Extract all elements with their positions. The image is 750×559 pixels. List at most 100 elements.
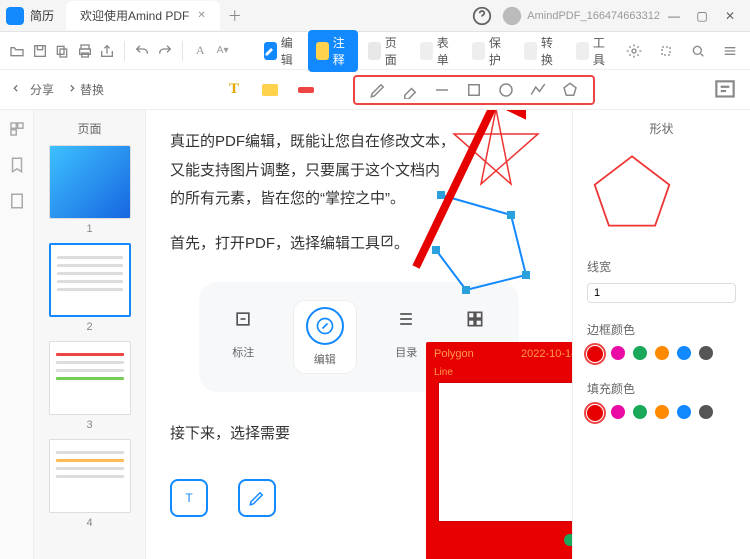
rect-shape-icon[interactable] (465, 81, 483, 99)
color-swatch[interactable] (611, 346, 625, 360)
color-swatch[interactable] (587, 346, 603, 362)
tab-close-icon[interactable]: ✕ (197, 10, 205, 21)
left-rail (0, 110, 34, 559)
pencil-shape-icon[interactable] (369, 81, 387, 99)
ribbon-protect[interactable]: 保护 (464, 30, 514, 72)
pen-icon[interactable] (293, 77, 319, 103)
border-swatches (587, 346, 736, 362)
replace-button[interactable]: 替换 (62, 81, 104, 98)
tool-edit[interactable]: 编辑 (293, 300, 357, 374)
color-swatch[interactable] (611, 405, 625, 419)
user-avatar-icon[interactable] (501, 5, 523, 27)
thumb-num: 4 (42, 517, 137, 529)
edit-tool-link[interactable] (380, 234, 394, 248)
user-name: AmindPDF_166474663312 (527, 10, 660, 22)
polygon-shape-icon[interactable] (561, 81, 579, 99)
color-swatch[interactable] (633, 405, 647, 419)
shape-section-label: 形状 (587, 120, 736, 137)
mini-text-tool[interactable]: T (170, 479, 208, 517)
ribbon-annotate[interactable]: 注释 (308, 30, 358, 72)
page-thumb-4[interactable] (49, 439, 131, 513)
search-icon[interactable] (686, 39, 710, 63)
settings-icon[interactable] (622, 39, 646, 63)
app-name: 简历 (30, 7, 54, 24)
redo-icon[interactable] (156, 39, 174, 63)
undo-icon[interactable] (133, 39, 151, 63)
color-swatch[interactable] (677, 346, 691, 360)
text-size-icon[interactable]: A▾ (213, 39, 231, 63)
dialog-time: 2022-10-14 11:32:11 (521, 348, 572, 361)
ribbon-tool[interactable]: 工具 (568, 30, 618, 72)
properties-panel: 形状 线宽 边框颜色 填充颜色 (572, 110, 750, 559)
copy-icon[interactable] (53, 39, 71, 63)
linewidth-input[interactable] (587, 283, 736, 303)
text-tool-icon[interactable]: A (191, 39, 209, 63)
crop-icon[interactable] (654, 39, 678, 63)
polyline-shape-icon[interactable] (529, 81, 547, 99)
open-icon[interactable] (8, 39, 26, 63)
save-icon[interactable] (30, 39, 48, 63)
ribbon-edit[interactable]: 编辑 (256, 30, 306, 72)
thumbnails-header: 页面 (42, 116, 137, 145)
text-annotation-icon[interactable]: T (221, 77, 247, 103)
page-thumb-2[interactable] (49, 243, 131, 317)
share-button[interactable]: 分享 (12, 81, 54, 98)
share-icon[interactable] (98, 39, 116, 63)
doc-text: 真正的PDF编辑，既能让您自在修改文本，又能支持图片调整，只要属于这个文档内的所… (170, 128, 548, 214)
doc-text: 首先，打开PDF，选择编辑工具。 (170, 230, 548, 259)
color-swatch[interactable] (587, 405, 603, 421)
help-icon[interactable] (471, 5, 493, 27)
highlight-icon[interactable] (257, 77, 283, 103)
linewidth-label: 线宽 (587, 258, 736, 275)
window-minimize[interactable] (660, 9, 688, 23)
titlebar: 简历 欢迎使用Amind PDF ✕ ＋ AmindPDF_1664746633… (0, 0, 750, 32)
ribbon-page[interactable]: 页面 (360, 30, 410, 72)
mini-edit-tool[interactable] (238, 479, 276, 517)
ribbon-convert[interactable]: 转换 (516, 30, 566, 72)
thumb-num: 1 (42, 223, 137, 235)
border-color-label: 边框颜色 (587, 321, 736, 338)
dialog-color-row (426, 526, 572, 554)
thumb-num: 3 (42, 419, 137, 431)
tab-title: 欢迎使用Amind PDF (80, 7, 189, 24)
color-swatch[interactable] (633, 346, 647, 360)
fill-color-label: 填充颜色 (587, 380, 736, 397)
page-thumb-1[interactable] (49, 145, 131, 219)
document-view[interactable]: 真正的PDF编辑，既能让您自在修改文本，又能支持图片调整，只要属于这个文档内的所… (146, 110, 572, 559)
tool-outline[interactable]: 目录 (387, 300, 425, 374)
thumbnails-panel: 页面 1 2 3 4 (34, 110, 146, 559)
window-close[interactable] (716, 9, 744, 23)
ribbon-tabs: 编辑 注释 页面 表单 保护 转换 工具 (256, 30, 618, 72)
attachments-rail-icon[interactable] (8, 192, 26, 210)
thumbnails-rail-icon[interactable] (8, 120, 26, 138)
color-swatch[interactable] (699, 346, 713, 360)
annotation-toolbar: 分享 替换 T (0, 70, 750, 110)
page-thumb-3[interactable] (49, 341, 131, 415)
main-toolbar: A A▾ 编辑 注释 页面 表单 保护 转换 工具 (0, 32, 750, 70)
shape-preview (587, 151, 677, 231)
dialog-title: Polygon (434, 348, 474, 361)
window-maximize[interactable] (688, 9, 716, 23)
color-swatch[interactable] (655, 346, 669, 360)
bookmarks-rail-icon[interactable] (8, 156, 26, 174)
document-tab[interactable]: 欢迎使用Amind PDF ✕ (66, 1, 220, 30)
polygon-dialog[interactable]: Polygon 2022-10-14 11:32:11 ✕ Line (426, 342, 572, 559)
app-logo (6, 7, 24, 25)
thumb-num: 2 (42, 321, 137, 333)
circle-shape-icon[interactable] (497, 81, 515, 99)
menu-icon[interactable] (718, 39, 742, 63)
dialog-canvas[interactable] (438, 382, 572, 522)
tool-select[interactable]: 标注 (224, 300, 262, 374)
comment-list-icon[interactable] (712, 77, 738, 103)
shape-tools-group (353, 75, 595, 105)
dlg-swatch[interactable] (564, 534, 572, 546)
color-swatch[interactable] (655, 405, 669, 419)
color-swatch[interactable] (677, 405, 691, 419)
fill-swatches (587, 405, 736, 421)
line-shape-icon[interactable] (433, 81, 451, 99)
color-swatch[interactable] (699, 405, 713, 419)
eraser-icon[interactable] (401, 81, 419, 99)
print-icon[interactable] (75, 39, 93, 63)
new-tab-button[interactable]: ＋ (228, 6, 242, 26)
ribbon-form[interactable]: 表单 (412, 30, 462, 72)
